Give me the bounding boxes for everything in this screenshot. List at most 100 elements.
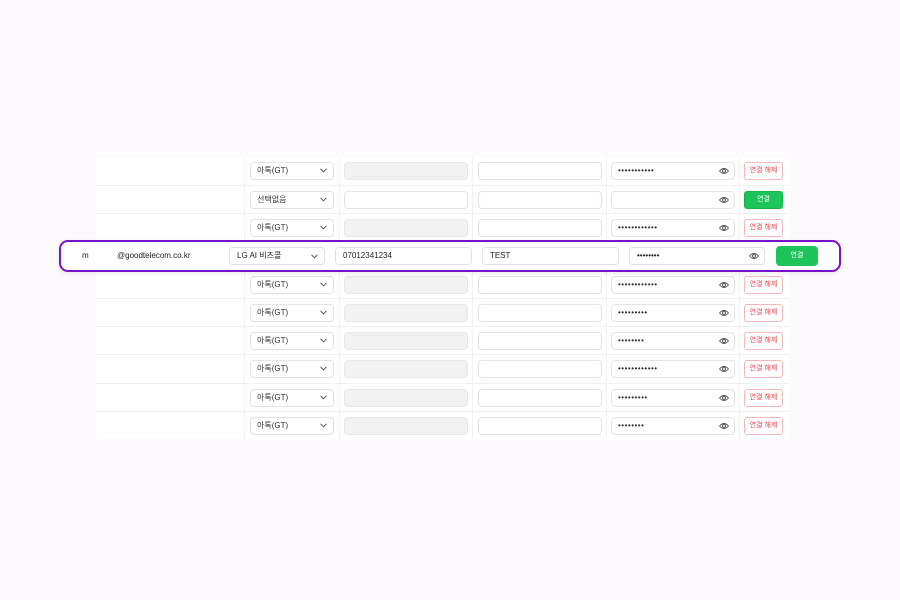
password-mask: ••••••••••••	[618, 223, 658, 232]
password-mask: ••••••••	[618, 336, 645, 345]
provider-select-value: 아톡(GT)	[257, 223, 289, 232]
chevron-down-icon	[320, 310, 327, 315]
phone-field[interactable]	[344, 219, 468, 237]
password-field[interactable]: •••••••••	[611, 304, 735, 322]
provider-select-value: 아톡(GT)	[257, 280, 289, 289]
table-row: 아톡(GT) •••••••••••• 연결 해제	[96, 354, 789, 382]
provider-select[interactable]: 선택없음	[250, 191, 334, 209]
password-field[interactable]: ••••••••	[611, 417, 735, 435]
provider-select[interactable]: 아톡(GT)	[250, 162, 334, 180]
eye-icon[interactable]	[749, 252, 759, 260]
chevron-down-icon	[320, 338, 327, 343]
chevron-down-icon	[320, 423, 327, 428]
eye-icon[interactable]	[719, 196, 729, 204]
provider-select[interactable]: 아톡(GT)	[250, 304, 334, 322]
chevron-down-icon	[320, 366, 327, 371]
provider-select[interactable]: LG AI 비즈콜	[229, 247, 325, 265]
phone-field[interactable]	[344, 360, 468, 378]
provider-select-value: LG AI 비즈콜	[237, 251, 282, 260]
connect-button[interactable]: 연결	[776, 246, 818, 266]
disconnect-button[interactable]: 연결 해제	[744, 389, 783, 407]
provider-select[interactable]: 아톡(GT)	[250, 417, 334, 435]
password-mask: ••••••••	[637, 251, 660, 260]
name-field[interactable]	[478, 276, 602, 294]
disconnect-button[interactable]: 연결 해제	[744, 360, 783, 378]
eye-icon[interactable]	[719, 422, 729, 430]
name-field[interactable]	[478, 360, 602, 378]
phone-field[interactable]	[344, 191, 468, 209]
provider-select[interactable]: 아톡(GT)	[250, 360, 334, 378]
phone-field[interactable]	[344, 304, 468, 322]
provider-select-value: 선택없음	[257, 195, 287, 204]
provider-select-value: 아톡(GT)	[257, 166, 289, 175]
password-mask: ••••••••••••	[618, 280, 658, 289]
eye-icon[interactable]	[719, 309, 729, 317]
chevron-down-icon	[320, 395, 327, 400]
chevron-down-icon	[311, 254, 318, 259]
user-id-prefix: m	[82, 251, 89, 260]
name-field[interactable]	[478, 162, 602, 180]
phone-field[interactable]	[344, 389, 468, 407]
name-field[interactable]	[478, 389, 602, 407]
password-mask: •••••••••	[618, 393, 648, 402]
eye-icon[interactable]	[719, 224, 729, 232]
password-field[interactable]: ••••••••	[629, 247, 765, 265]
name-field[interactable]	[478, 191, 602, 209]
highlighted-row: m @goodtelecom.co.kr LG AI 비즈콜 070123412…	[59, 240, 841, 272]
disconnect-button[interactable]: 연결 해제	[744, 162, 783, 180]
password-mask: •••••••••	[618, 308, 648, 317]
provider-select[interactable]: 아톡(GT)	[250, 389, 334, 407]
password-field[interactable]: ••••••••••••	[611, 219, 735, 237]
chevron-down-icon	[320, 197, 327, 202]
table-row: 아톡(GT) ••••••••••• 연결 해제	[96, 157, 789, 185]
provider-select-value: 아톡(GT)	[257, 421, 289, 430]
table-row: 선택없음 연결	[96, 185, 789, 213]
password-field[interactable]: ••••••••	[611, 332, 735, 350]
provider-select[interactable]: 아톡(GT)	[250, 276, 334, 294]
phone-field[interactable]: 07012341234	[335, 247, 472, 265]
phone-field[interactable]	[344, 276, 468, 294]
password-mask: ••••••••••••	[618, 364, 658, 373]
name-field[interactable]: TEST	[482, 247, 619, 265]
eye-icon[interactable]	[719, 167, 729, 175]
chevron-down-icon	[320, 225, 327, 230]
table-row: 아톡(GT) •••••••• 연결 해제	[96, 411, 789, 439]
password-field[interactable]: •••••••••••	[611, 162, 735, 180]
eye-icon[interactable]	[719, 365, 729, 373]
password-field[interactable]: ••••••••••••	[611, 360, 735, 378]
password-mask: •••••••••••	[618, 166, 655, 175]
disconnect-button[interactable]: 연결 해제	[744, 304, 783, 322]
name-field[interactable]	[478, 219, 602, 237]
table-row: 아톡(GT) ••••••••• 연결 해제	[96, 298, 789, 326]
phone-field[interactable]	[344, 332, 468, 350]
connect-button[interactable]: 연결	[744, 191, 783, 209]
disconnect-button[interactable]: 연결 해제	[744, 417, 783, 435]
password-mask: ••••••••	[618, 421, 645, 430]
provider-select-value: 아톡(GT)	[257, 308, 289, 317]
phone-field[interactable]	[344, 162, 468, 180]
name-value: TEST	[490, 251, 511, 260]
password-field[interactable]	[611, 191, 735, 209]
chevron-down-icon	[320, 282, 327, 287]
disconnect-button[interactable]: 연결 해제	[744, 276, 783, 294]
provider-select-value: 아톡(GT)	[257, 364, 289, 373]
provider-select[interactable]: 아톡(GT)	[250, 332, 334, 350]
table-row: 아톡(GT) •••••••• 연결 해제	[96, 326, 789, 354]
provider-select-value: 아톡(GT)	[257, 336, 289, 345]
eye-icon[interactable]	[719, 394, 729, 402]
disconnect-button[interactable]: 연결 해제	[744, 332, 783, 350]
name-field[interactable]	[478, 304, 602, 322]
table-row: 아톡(GT) •••••••••••• 연결 해제	[96, 213, 789, 241]
provider-select[interactable]: 아톡(GT)	[250, 219, 334, 237]
email-domain: @goodtelecom.co.kr	[117, 251, 191, 260]
password-field[interactable]: ••••••••••••	[611, 276, 735, 294]
name-field[interactable]	[478, 417, 602, 435]
eye-icon[interactable]	[719, 337, 729, 345]
eye-icon[interactable]	[719, 281, 729, 289]
table-row: 아톡(GT) •••••••••••• 연결 해제	[96, 270, 789, 298]
phone-field[interactable]	[344, 417, 468, 435]
disconnect-button[interactable]: 연결 해제	[744, 219, 783, 237]
password-field[interactable]: •••••••••	[611, 389, 735, 407]
name-field[interactable]	[478, 332, 602, 350]
chevron-down-icon	[320, 168, 327, 173]
